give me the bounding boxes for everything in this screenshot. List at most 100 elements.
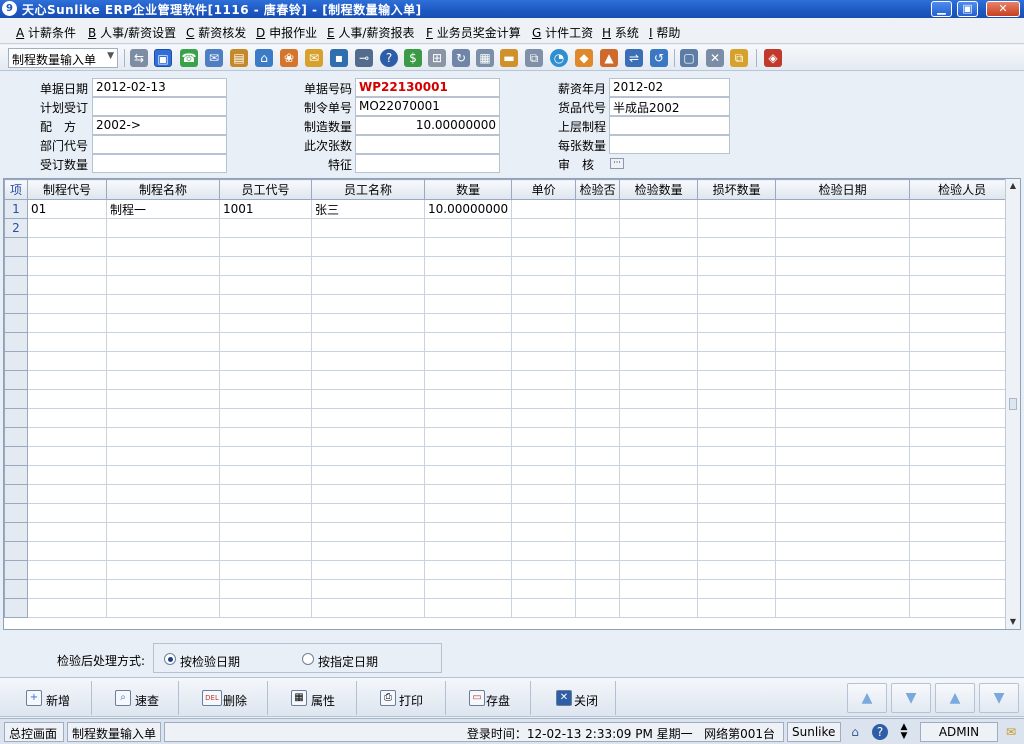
row-number[interactable]	[4, 294, 28, 314]
col-header-quantity[interactable]: 数量	[423, 179, 513, 200]
cell-process-code[interactable]: 01	[27, 199, 107, 219]
empty-cell[interactable]	[311, 313, 425, 333]
empty-cell[interactable]	[575, 256, 621, 276]
empty-row[interactable]	[4, 598, 1016, 618]
empty-cell[interactable]	[697, 427, 777, 447]
empty-cell[interactable]	[909, 465, 1016, 485]
empty-cell[interactable]	[909, 237, 1016, 257]
empty-cell[interactable]	[575, 370, 621, 390]
empty-cell[interactable]	[106, 446, 220, 466]
cell-inspect-qty[interactable]	[619, 199, 699, 219]
menu-help[interactable]: I 帮助	[649, 24, 680, 41]
cell-inspect-flag[interactable]	[575, 199, 621, 219]
empty-cell[interactable]	[619, 389, 699, 409]
sync-icon[interactable]: ↺	[650, 49, 668, 67]
empty-cell[interactable]	[106, 389, 220, 409]
empty-cell[interactable]	[775, 389, 911, 409]
empty-cell[interactable]	[27, 294, 107, 314]
radio-by-specified-date[interactable]	[302, 653, 314, 665]
delete-button[interactable]: DEL 删除	[180, 681, 268, 715]
empty-cell[interactable]	[619, 275, 699, 295]
radio-by-inspect-date[interactable]	[164, 653, 176, 665]
empty-cell[interactable]	[219, 541, 312, 561]
empty-cell[interactable]	[775, 484, 911, 504]
empty-cell[interactable]	[219, 598, 312, 618]
empty-cell[interactable]	[619, 484, 699, 504]
empty-cell[interactable]	[775, 560, 911, 580]
empty-row[interactable]	[4, 427, 1016, 447]
home-icon[interactable]: ⌂	[255, 49, 273, 67]
empty-row[interactable]	[4, 256, 1016, 276]
col-header-process-name[interactable]: 制程名称	[106, 179, 220, 200]
row-number[interactable]	[4, 370, 28, 390]
empty-cell[interactable]	[697, 446, 777, 466]
empty-row[interactable]	[4, 389, 1016, 409]
empty-cell[interactable]	[775, 579, 911, 599]
empty-cell[interactable]	[909, 427, 1016, 447]
recipe-field[interactable]: 2002->	[92, 116, 227, 135]
empty-cell[interactable]	[619, 408, 699, 428]
empty-cell[interactable]	[909, 294, 1016, 314]
row-number[interactable]	[4, 427, 28, 447]
grid-vertical-scrollbar[interactable]: ▲ ▼	[1005, 179, 1020, 629]
empty-cell[interactable]	[311, 294, 425, 314]
close-window-button[interactable]: ✕	[986, 1, 1020, 17]
cell-employee-name[interactable]	[311, 218, 425, 238]
empty-cell[interactable]	[697, 465, 777, 485]
empty-cell[interactable]	[423, 294, 513, 314]
empty-cell[interactable]	[511, 370, 577, 390]
empty-cell[interactable]	[909, 389, 1016, 409]
mo-no-field[interactable]: MO22070001	[355, 97, 500, 116]
pay-month-field[interactable]: 2012-02	[609, 78, 730, 97]
empty-cell[interactable]	[27, 541, 107, 561]
row-number[interactable]	[4, 484, 28, 504]
empty-cell[interactable]	[909, 503, 1016, 523]
empty-cell[interactable]	[511, 389, 577, 409]
clock-icon[interactable]: ◔	[550, 49, 568, 67]
empty-cell[interactable]	[511, 522, 577, 542]
empty-cell[interactable]	[511, 275, 577, 295]
empty-cell[interactable]	[27, 484, 107, 504]
empty-cell[interactable]	[106, 275, 220, 295]
empty-cell[interactable]	[619, 332, 699, 352]
empty-cell[interactable]	[106, 503, 220, 523]
col-header-inspect-date[interactable]: 检验日期	[775, 179, 911, 200]
close-box-icon[interactable]: ✕	[706, 49, 724, 67]
empty-row[interactable]	[4, 560, 1016, 580]
empty-cell[interactable]	[775, 541, 911, 561]
empty-cell[interactable]	[106, 522, 220, 542]
empty-cell[interactable]	[575, 579, 621, 599]
menu-piecework-wages[interactable]: G 计件工资	[532, 24, 593, 41]
empty-cell[interactable]	[106, 427, 220, 447]
empty-cell[interactable]	[775, 465, 911, 485]
empty-cell[interactable]	[423, 446, 513, 466]
menu-hr-payroll-reports[interactable]: E 人事/薪资报表	[327, 24, 414, 41]
empty-cell[interactable]	[27, 598, 107, 618]
row-number[interactable]	[4, 389, 28, 409]
mail-icon[interactable]: ✉	[1002, 722, 1020, 742]
help-icon[interactable]: ?	[872, 724, 888, 740]
empty-cell[interactable]	[27, 275, 107, 295]
empty-cell[interactable]	[575, 446, 621, 466]
add-button[interactable]: + 新增	[6, 681, 92, 715]
empty-cell[interactable]	[311, 541, 425, 561]
empty-cell[interactable]	[511, 332, 577, 352]
phone-icon[interactable]: ☎	[180, 49, 198, 67]
menu-payroll-conditions[interactable]: A 计薪条件	[16, 24, 76, 41]
empty-cell[interactable]	[219, 408, 312, 428]
empty-cell[interactable]	[775, 522, 911, 542]
archive-icon[interactable]: ▬	[500, 49, 518, 67]
exit-icon[interactable]: ◈	[764, 49, 782, 67]
empty-cell[interactable]	[27, 579, 107, 599]
print-button[interactable]: ⎙ 打印	[358, 681, 446, 715]
empty-cell[interactable]	[311, 579, 425, 599]
empty-cell[interactable]	[575, 294, 621, 314]
cell-inspector[interactable]	[909, 199, 1016, 219]
scroll-down-icon[interactable]: ▼	[1006, 615, 1020, 629]
empty-cell[interactable]	[219, 560, 312, 580]
cell-employee-name[interactable]: 张三	[311, 199, 425, 219]
per-sheet-field[interactable]	[609, 135, 730, 154]
row-number[interactable]	[4, 332, 28, 352]
row-number[interactable]: 1	[4, 199, 28, 219]
empty-cell[interactable]	[27, 313, 107, 333]
